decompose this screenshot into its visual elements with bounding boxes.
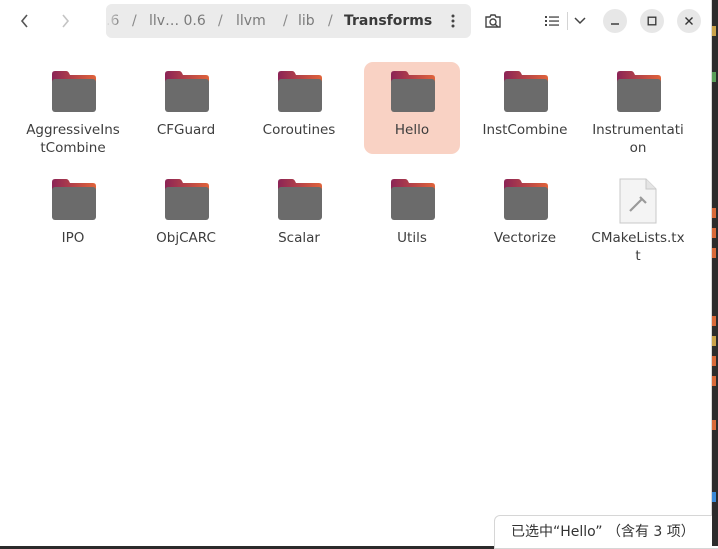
file-name: Vectorize [493,230,557,246]
folder-icon [277,69,323,113]
edge-mark [712,316,716,326]
file-item-objcarc[interactable]: ObjCARC [138,170,234,262]
folder-icon [390,177,436,221]
file-item-utils[interactable]: Utils [364,170,460,262]
edge-mark [712,228,716,238]
file-item-instcombine[interactable]: InstCombine [477,62,573,154]
file-name: ObjCARC [156,230,216,246]
toolbar-divider [567,12,568,30]
folder-icon [164,69,210,113]
breadcrumb-item[interactable]: lib [298,4,315,38]
file-name: InstCombine [482,122,568,138]
breadcrumb-item[interactable]: llv… 0.6 [149,4,206,38]
path-bar: .6 / llv… 0.6 / llvm / lib / Transforms [106,4,471,38]
close-icon [685,17,693,25]
folder-icon [51,177,97,221]
file-name: IPO [61,230,85,246]
folder-icon [503,69,549,113]
edge-mark [712,208,716,218]
file-item-scalar[interactable]: Scalar [251,170,347,262]
file-item-aggressiveinstcombine[interactable]: AggressiveInstCombine [25,62,121,156]
file-item-ipo[interactable]: IPO [25,170,121,262]
file-item-cmakelists[interactable]: CMakeLists.txt [590,170,686,264]
minimize-icon [611,23,619,25]
view-options-button[interactable] [569,6,591,36]
minimize-button[interactable] [603,9,627,33]
breadcrumb-separator: / [328,13,333,29]
breadcrumb-separator: / [132,13,137,29]
file-name: Utils [397,230,427,246]
edge-mark [712,336,716,346]
folder-icon [503,177,549,221]
breadcrumb-item[interactable]: llvm [236,4,266,38]
edge-mark [712,492,716,502]
maximize-button[interactable] [640,9,664,33]
forward-button[interactable] [50,6,80,36]
maximize-icon [647,16,657,26]
chevron-right-icon [62,14,70,28]
edge-mark [712,376,716,386]
path-bar-fade [106,4,120,38]
background-window-edge [712,0,718,546]
edge-mark [712,248,716,258]
file-item-cfguard[interactable]: CFGuard [138,62,234,154]
edge-mark [712,420,716,430]
file-name: Scalar [278,230,320,246]
file-manager-window: .6 / llv… 0.6 / llvm / lib / Transforms [0,0,718,549]
edge-mark [712,72,716,82]
breadcrumb-separator: / [283,13,288,29]
folder-icon [164,177,210,221]
folder-icon [390,69,436,113]
chevron-down-icon [574,17,586,25]
back-button[interactable] [10,6,40,36]
breadcrumb-current[interactable]: Transforms [344,4,432,38]
vertical-dots-icon [451,14,455,28]
chevron-left-icon [20,14,28,28]
file-name: Coroutines [262,122,336,138]
file-name: AggressiveInstCombine [26,122,120,156]
file-item-instrumentation[interactable]: Instrumentation [590,62,686,156]
path-menu-button[interactable] [440,4,466,38]
file-name: Instrumentation [592,122,684,156]
status-bar: 已选中“Hello” （含有 3 项） [494,515,718,549]
search-icon [485,14,501,28]
close-button[interactable] [677,9,701,33]
file-item-vectorize[interactable]: Vectorize [477,170,573,262]
file-item-coroutines[interactable]: Coroutines [251,62,347,154]
header-bar: .6 / llv… 0.6 / llvm / lib / Transforms [0,0,711,42]
list-view-icon [545,16,559,26]
text-file-icon [618,177,658,224]
edge-mark [712,26,716,36]
folder-icon [616,69,662,113]
breadcrumb-separator: / [218,13,223,29]
folder-icon [277,177,323,221]
folder-icon [51,69,97,113]
file-name: Hello [394,122,430,138]
file-item-hello[interactable]: Hello [364,62,460,154]
file-name: CMakeLists.txt [591,230,685,264]
search-button[interactable] [480,6,508,36]
file-name: CFGuard [156,122,216,138]
edge-mark [712,356,716,366]
view-mode-button[interactable] [538,6,566,36]
